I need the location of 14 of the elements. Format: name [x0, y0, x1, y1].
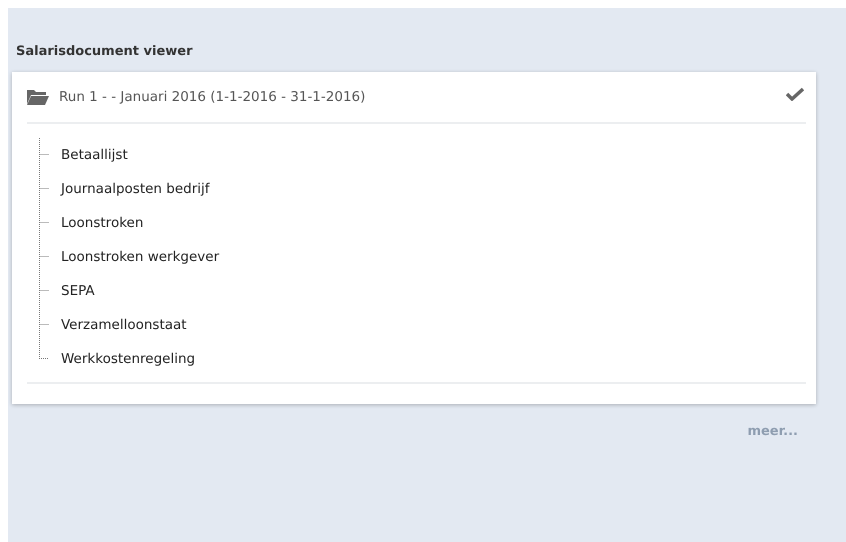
tree-item[interactable]: Werkkostenregeling — [61, 351, 196, 367]
tree-line — [39, 138, 49, 172]
tree-item[interactable]: Journaalposten bedrijf — [61, 181, 210, 197]
tree-item[interactable]: Loonstroken werkgever — [61, 249, 220, 265]
tree-line — [39, 206, 49, 240]
tree-item[interactable]: Betaallijst — [61, 147, 128, 163]
tree-line — [39, 274, 49, 308]
tree-line — [39, 240, 49, 274]
panel-title: Salarisdocument viewer — [16, 44, 193, 59]
tree-item[interactable]: Verzamelloonstaat — [61, 317, 187, 333]
tree-line — [39, 172, 49, 206]
tree-item[interactable]: Loonstroken — [61, 215, 144, 231]
run-label[interactable]: Run 1 - - Januari 2016 (1-1-2016 - 31-1-2016) — [59, 89, 776, 105]
tree-item[interactable]: SEPA — [61, 283, 95, 299]
